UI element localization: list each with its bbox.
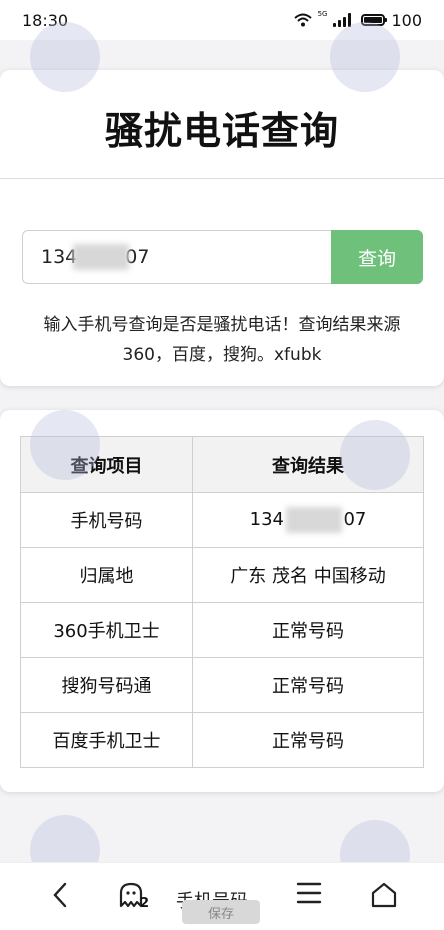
tabs-button[interactable]: 2 — [118, 881, 153, 911]
result-table: 查询项目 查询结果 手机号码 134 07 归属地 广东 茂名 中国移动 360… — [20, 436, 424, 768]
status-bar: 18:30 5G 100 — [0, 0, 444, 40]
phone-number-input[interactable]: 134 07 — [22, 230, 332, 284]
battery-icon — [361, 14, 388, 26]
page-title: 骚扰电话查询 — [104, 109, 339, 153]
phone-input-prefix: 134 — [41, 246, 78, 268]
row-result: 正常号码 — [192, 602, 424, 658]
description-line-2: 360，百度，搜狗。xfubk — [122, 345, 322, 365]
wifi-icon — [293, 13, 312, 27]
row-result: 134 07 — [192, 492, 424, 548]
row-item: 百度手机卫士 — [20, 712, 193, 768]
signal-icon — [333, 13, 352, 27]
row-result: 正常号码 — [192, 712, 424, 768]
table-row: 360手机卫士 正常号码 — [20, 602, 424, 658]
description-text: 输入手机号查询是否是骚扰电话！查询结果来源 360，百度，搜狗。xfubk — [10, 310, 434, 370]
table-row: 归属地 广东 茂名 中国移动 — [20, 547, 424, 603]
column-header-result: 查询结果 — [192, 436, 424, 493]
description-line-1: 输入手机号查询是否是骚扰电话！查询结果来源 — [43, 315, 401, 335]
result-number-suffix: 07 — [343, 509, 367, 530]
table-row: 搜狗号码通 正常号码 — [20, 657, 424, 713]
save-button[interactable]: 保存 — [182, 900, 260, 924]
menu-button[interactable] — [296, 881, 322, 905]
status-icons: 5G 100 — [293, 10, 422, 30]
row-result: 正常号码 — [192, 657, 424, 713]
row-item: 搜狗号码通 — [20, 657, 193, 713]
column-header-item: 查询项目 — [20, 436, 193, 493]
table-row: 手机号码 134 07 — [20, 492, 424, 548]
query-button[interactable]: 查询 — [331, 230, 423, 284]
row-item: 归属地 — [20, 547, 193, 603]
table-row: 百度手机卫士 正常号码 — [20, 712, 424, 768]
tab-count-badge: 2 — [140, 895, 150, 911]
title-divider — [0, 178, 444, 179]
result-number-prefix: 134 — [249, 509, 284, 530]
row-item: 360手机卫士 — [20, 602, 193, 658]
row-item: 手机号码 — [20, 492, 193, 548]
redacted-digits — [73, 244, 130, 270]
network-type-label: 5G — [317, 10, 328, 18]
table-header-row: 查询项目 查询结果 — [20, 436, 424, 493]
hamburger-menu-icon — [296, 882, 322, 904]
battery-level: 100 — [391, 10, 422, 30]
status-time: 18:30 — [22, 10, 69, 30]
home-button[interactable] — [370, 881, 398, 909]
redacted-digits — [285, 507, 342, 533]
home-icon — [371, 882, 397, 908]
back-button[interactable] — [50, 881, 70, 909]
chevron-left-icon — [53, 882, 67, 908]
row-result: 广东 茂名 中国移动 — [192, 547, 424, 603]
